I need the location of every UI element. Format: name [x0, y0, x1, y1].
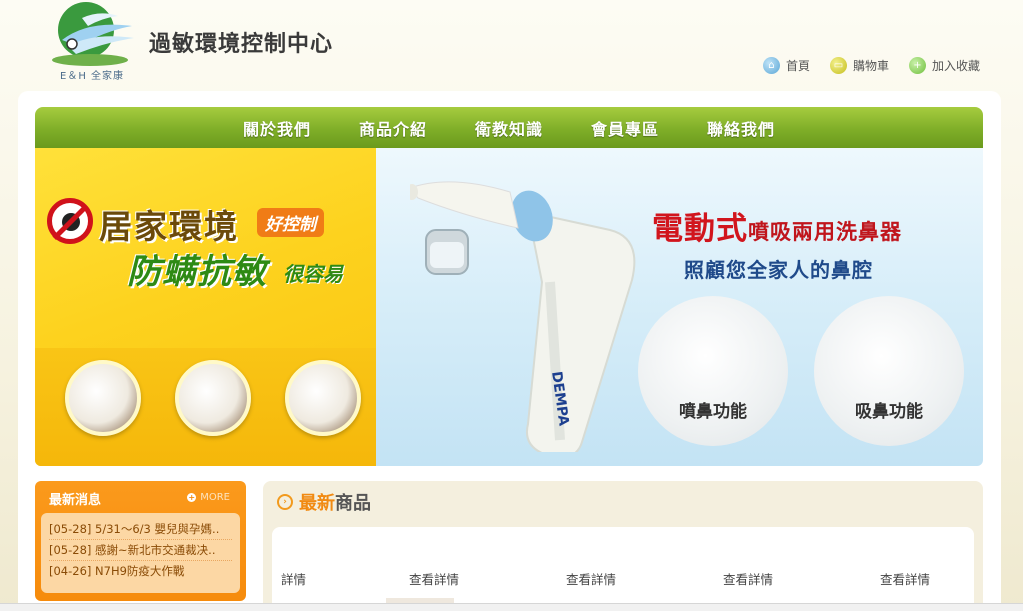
nasal-device-image: DEMPA: [410, 181, 636, 452]
banner-subheadline: 防螨抗敏: [127, 252, 267, 292]
site-title: 過敏環境控制中心: [149, 32, 334, 57]
banner-product-title-sub: 噴吸兩用洗鼻器: [748, 220, 902, 244]
arrow-circle-icon: ›: [277, 494, 293, 510]
home-icon: ⌂: [762, 57, 780, 74]
add-favorite-link[interactable]: + 加入收藏: [908, 57, 980, 74]
home-link[interactable]: ⌂ 首頁: [762, 57, 810, 74]
latest-products-header: › 最新 商品: [277, 489, 371, 515]
view-details-link[interactable]: 詳情: [281, 569, 306, 588]
mattress-image: [175, 360, 251, 436]
news-more-link[interactable]: + MORE: [187, 492, 230, 503]
nav-item-education[interactable]: 衛教知識: [475, 116, 543, 140]
spray-function-label: 噴鼻功能: [679, 402, 747, 422]
logo-text: E＆H 全家康: [60, 71, 125, 82]
nav-item-about[interactable]: 關於我們: [243, 116, 311, 140]
banner-product-title-main: 電動式: [652, 211, 748, 247]
latest-products-title-highlight: 最新: [299, 493, 335, 514]
suction-function-label: 吸鼻功能: [855, 402, 923, 422]
view-details-link[interactable]: 查看詳情: [723, 569, 773, 588]
view-details-link[interactable]: 查看詳情: [409, 569, 459, 588]
banner-headline: 居家環境: [99, 207, 239, 246]
main-nav: 關於我們 商品介紹 衛教知識 會員專區 聯絡我們: [35, 107, 983, 148]
news-item[interactable]: [05-28] 感謝~新北市交通裁决..: [49, 540, 232, 561]
news-item[interactable]: [04-26] N7H9防疫大作戰: [49, 561, 232, 581]
product-list: 詳情 查看詳情 查看詳情 查看詳情 查看詳情: [272, 527, 974, 611]
banner-right: DEMPA 電動式噴吸兩用洗鼻器 照顧您全家人的鼻腔 噴鼻功能 吸鼻功能: [376, 148, 983, 466]
plus-icon: +: [908, 57, 926, 74]
nav-item-members[interactable]: 會員專區: [591, 116, 659, 140]
latest-products-section: › 最新 商品 詳情 查看詳情 查看詳情 查看詳情 查看詳情: [263, 481, 983, 611]
latest-products-title: 商品: [335, 493, 371, 514]
nav-item-contact[interactable]: 聯絡我們: [707, 116, 775, 140]
home-link-label: 首頁: [785, 59, 810, 73]
add-favorite-label: 加入收藏: [931, 59, 980, 73]
no-mite-icon: [47, 198, 93, 244]
banner-subheadline-suffix: 很容易: [283, 262, 343, 286]
news-item[interactable]: [05-28] 5/31～6/3 嬰兒與孕媽..: [49, 519, 232, 540]
plus-icon: +: [187, 493, 197, 502]
cart-link-label: 購物車: [852, 59, 889, 73]
cart-icon: ▭: [829, 57, 847, 74]
top-links: ⌂ 首頁 ▭ 購物車 + 加入收藏: [762, 57, 980, 74]
cart-link[interactable]: ▭ 購物車: [829, 57, 889, 74]
banner-badge: 好控制: [257, 208, 324, 237]
banner-product-title: 電動式噴吸兩用洗鼻器: [652, 203, 902, 248]
spray-function-circle: 噴鼻功能: [638, 296, 788, 446]
banner-left: 居家環境 好控制 防螨抗敏 很容易: [35, 148, 376, 466]
nav-item-products[interactable]: 商品介紹: [359, 116, 427, 140]
view-details-link[interactable]: 查看詳情: [566, 569, 616, 588]
news-more-label: MORE: [200, 492, 230, 503]
news-title: 最新消息: [49, 493, 102, 508]
quilt-image: [285, 360, 361, 436]
banner-product-subtitle: 照顧您全家人的鼻腔: [684, 258, 873, 282]
hero-banner[interactable]: 居家環境 好控制 防螨抗敏 很容易 DEMPA 電動式噴吸兩用洗鼻器 照顧您全家…: [35, 148, 983, 466]
view-details-link[interactable]: 查看詳情: [880, 569, 930, 588]
pillow-image: [65, 360, 141, 436]
news-box: 最新消息 + MORE [05-28] 5/31～6/3 嬰兒與孕媽.. [05…: [35, 481, 246, 601]
news-list: [05-28] 5/31～6/3 嬰兒與孕媽.. [05-28] 感謝~新北市交…: [41, 513, 240, 593]
bottom-status-strip: [0, 603, 1023, 611]
suction-function-circle: 吸鼻功能: [814, 296, 964, 446]
